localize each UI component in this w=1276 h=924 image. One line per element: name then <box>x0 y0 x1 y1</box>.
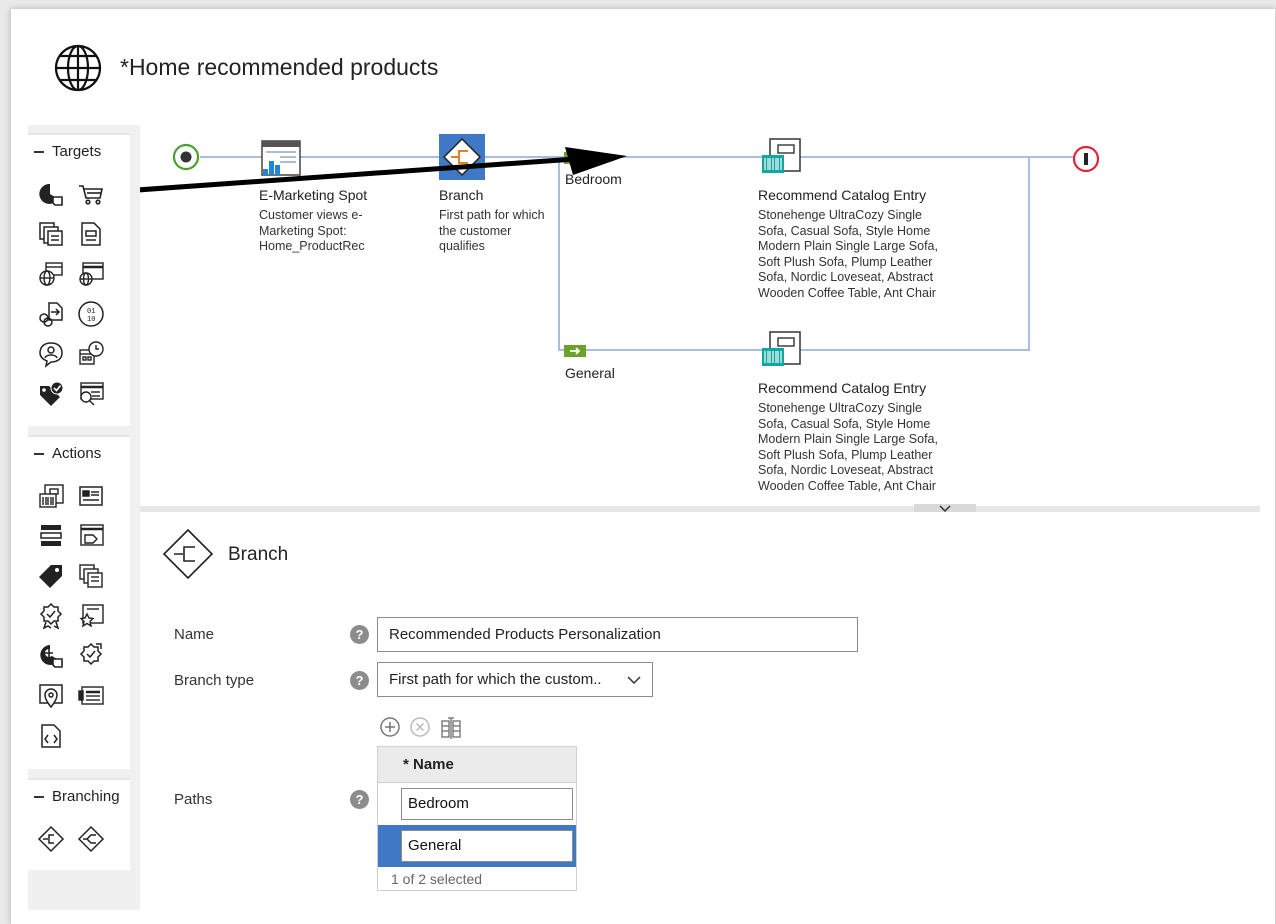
column-config-icon[interactable] <box>439 716 461 739</box>
online-behavior-icon[interactable] <box>37 260 65 288</box>
branch-type-value: First path for which the custom.. <box>389 671 602 688</box>
palette-targets-section: Targets 01 10 <box>28 133 130 426</box>
properties-heading: Branch <box>228 544 289 565</box>
name-input[interactable]: Recommended Products Personalization <box>377 617 858 652</box>
recommend-content-icon[interactable] <box>77 482 105 510</box>
add-customer-icon[interactable] <box>37 642 65 670</box>
display-banner-icon[interactable] <box>77 682 105 710</box>
name-label: Name <box>174 626 215 643</box>
properties-panel <box>140 512 1260 910</box>
reward-icon[interactable] <box>37 602 65 630</box>
help-icon[interactable]: ? <box>350 671 369 690</box>
general-path-label[interactable]: General <box>565 365 615 381</box>
execute-code-icon[interactable] <box>37 722 65 750</box>
merge-connector <box>1028 156 1030 351</box>
table-row[interactable]: Bedroom <box>378 783 576 825</box>
branch-icon <box>162 528 214 580</box>
branching-heading: Branching <box>52 788 120 805</box>
customer-participates-icon[interactable] <box>37 340 65 368</box>
paths-grid: * Name Bedroom General 1 of 2 selected <box>377 746 577 891</box>
branch-type-label: Branch type <box>174 672 255 689</box>
issue-coupon-icon[interactable] <box>77 642 105 670</box>
experiment-icon[interactable] <box>77 825 105 853</box>
recommend-node-1-description: Stonehenge UltraCozy Single Sofa, Casual… <box>758 208 938 300</box>
general-path-flag-icon[interactable] <box>564 345 586 357</box>
recommend-catalog-entry-node-icon[interactable] <box>760 330 802 370</box>
chevron-down-icon <box>627 676 641 685</box>
branch-type-select[interactable]: First path for which the custom.. <box>377 662 653 697</box>
add-icon[interactable] <box>379 716 401 738</box>
help-icon[interactable]: ? <box>350 790 369 809</box>
end-node-icon[interactable] <box>1072 145 1100 173</box>
svg-text:10: 10 <box>87 316 95 324</box>
remove-icon[interactable] <box>409 716 431 738</box>
star-rating-icon[interactable] <box>77 602 105 630</box>
globe-icon <box>54 44 102 92</box>
shopping-cart-icon[interactable] <box>77 180 105 208</box>
path-name-input[interactable]: General <box>401 830 573 862</box>
actions-heading: Actions <box>52 445 102 462</box>
display-promotion-icon[interactable] <box>77 522 105 550</box>
purchase-history-icon[interactable] <box>37 380 65 408</box>
annotation-arrow-icon <box>140 147 627 193</box>
catalog-browsing-icon[interactable] <box>37 220 65 248</box>
path-name-input[interactable]: Bedroom <box>401 788 573 820</box>
customer-segment-icon[interactable] <box>37 180 65 208</box>
palette-actions-section: Actions <box>28 435 130 769</box>
location-icon[interactable] <box>37 682 65 710</box>
branching-section-toggle[interactable]: Branching <box>34 788 120 805</box>
selection-status: 1 of 2 selected <box>391 871 483 887</box>
branch-icon[interactable] <box>37 825 65 853</box>
e-marketing-spot-node-description: Customer views e-Marketing Spot: Home_Pr… <box>259 208 365 254</box>
help-icon[interactable]: ? <box>350 625 369 644</box>
recommend-node-2-description: Stonehenge UltraCozy Single Sofa, Casual… <box>758 401 938 493</box>
search-criteria-icon[interactable] <box>77 380 105 408</box>
svg-text:01: 01 <box>87 308 95 316</box>
targets-heading: Targets <box>52 143 102 160</box>
apply-tag-icon[interactable] <box>37 562 65 590</box>
branch-node-description: First path for which the customer qualif… <box>439 208 545 254</box>
recommend-node-2-title[interactable]: Recommend Catalog Entry <box>758 380 926 396</box>
actions-section-toggle[interactable]: Actions <box>34 445 101 462</box>
recommend-catalog-entry-icon[interactable] <box>37 482 65 510</box>
day-time-icon[interactable] <box>77 340 105 368</box>
page-title: *Home recommended products <box>120 54 439 80</box>
display-category-icon[interactable] <box>37 522 65 550</box>
recommend-node-1-title[interactable]: Recommend Catalog Entry <box>758 187 926 203</box>
flow-canvas[interactable]: E-Marketing Spot Customer views e-Market… <box>140 125 1260 508</box>
palette-branching-section: Branching <box>28 778 130 870</box>
paths-grid-name-column-header[interactable]: * Name <box>378 747 576 783</box>
paths-label: Paths <box>174 791 213 808</box>
catalog-entry-icon[interactable] <box>77 220 105 248</box>
social-commerce-icon[interactable]: 01 10 <box>77 300 105 328</box>
web-activity-icon[interactable] <box>77 260 105 288</box>
add-to-segment-icon[interactable] <box>77 562 105 590</box>
recommend-catalog-entry-node-icon[interactable] <box>760 137 802 177</box>
external-site-referral-icon[interactable] <box>37 300 65 328</box>
targets-section-toggle[interactable]: Targets <box>34 143 101 160</box>
table-row[interactable]: General <box>378 825 576 867</box>
